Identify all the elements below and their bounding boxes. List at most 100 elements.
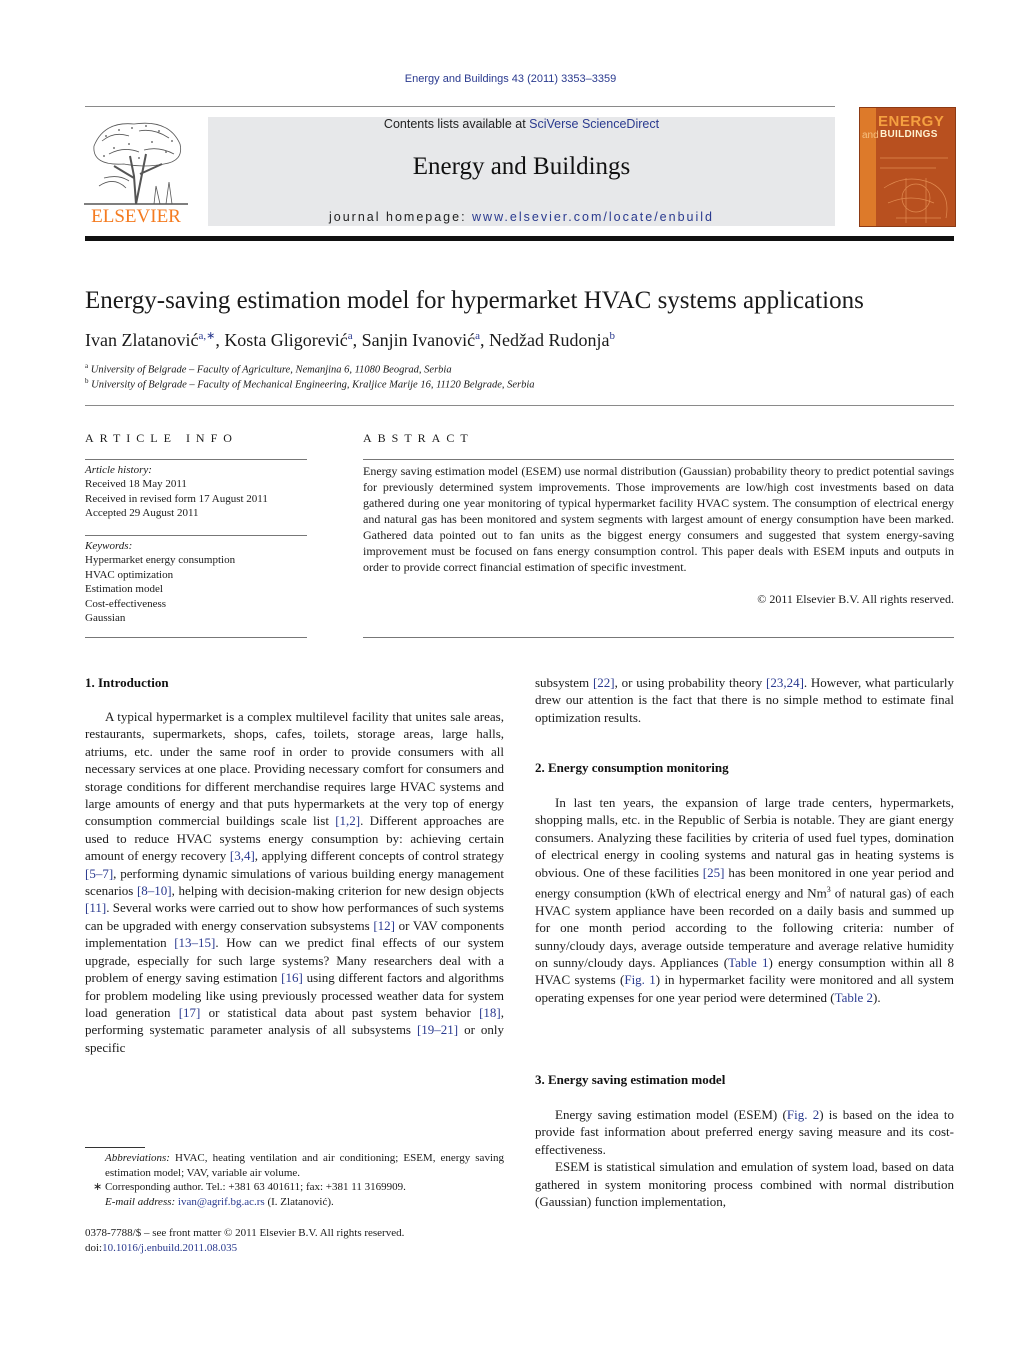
section-heading-energy-consumption-monitoring: 2. Energy consumption monitoring xyxy=(535,760,729,775)
doi-prefix: doi: xyxy=(85,1242,103,1254)
affiliation: a University of Belgrade – Faculty of Ag… xyxy=(85,362,452,376)
citation-link[interactable]: Fig. 1 xyxy=(624,972,655,987)
citation-link[interactable]: [12] xyxy=(373,918,395,933)
divider xyxy=(85,459,307,460)
header-heavy-divider xyxy=(85,236,954,241)
divider xyxy=(363,637,954,638)
email-footnote: E-mail address: ivan@agrif.bg.ac.rs (I. … xyxy=(85,1195,504,1210)
affiliation-mark: a xyxy=(85,362,89,370)
keyword-item: Gaussian xyxy=(85,612,126,625)
doi-link[interactable]: 10.1016/j.enbuild.2011.08.035 xyxy=(102,1242,237,1254)
divider xyxy=(363,459,954,460)
keyword-item: HVAC optimization xyxy=(85,568,174,581)
citation-link[interactable]: [11] xyxy=(85,900,106,915)
article-history: Article history: Received 18 May 2011 Re… xyxy=(85,463,315,521)
abstract-heading: ABSTRACT xyxy=(363,431,474,445)
author-affiliation-mark[interactable]: a,∗ xyxy=(198,330,215,342)
email-suffix: (I. Zlatanović). xyxy=(264,1195,334,1208)
keyword-item: Hypermarket energy consumption xyxy=(85,554,236,567)
cover-title-buildings: BUILDINGS xyxy=(880,129,938,140)
elsevier-wordmark: ELSEVIER xyxy=(91,206,181,227)
paragraph: Energy saving estimation model (ESEM) (F… xyxy=(535,1107,955,1157)
affiliation-text: University of Belgrade – Faculty of Agri… xyxy=(90,364,452,376)
paragraph: A typical hypermarket is a complex multi… xyxy=(85,709,505,1055)
history-item: Received 18 May 2011 xyxy=(85,478,187,491)
email-link[interactable]: ivan@agrif.bg.ac.rs xyxy=(178,1196,265,1208)
cover-strip xyxy=(860,108,876,226)
citation-link[interactable]: [8–10] xyxy=(137,883,172,898)
divider xyxy=(85,637,307,638)
citation-link[interactable]: [16] xyxy=(281,970,303,985)
sciencedirect-link[interactable]: SciVerse ScienceDirect xyxy=(529,117,659,131)
keywords-label: Keywords: xyxy=(85,540,133,552)
section-body-energy-consumption-monitoring: In last ten years, the expansion of larg… xyxy=(535,794,954,1006)
author-list: Ivan Zlatanovića,∗, Kosta Gligorevića, S… xyxy=(85,330,616,350)
cover-diagram-icon xyxy=(880,157,948,223)
author-affiliation-mark[interactable]: b xyxy=(610,330,616,342)
article-info-heading: ARTICLE INFO xyxy=(85,431,238,445)
contents-prefix: Contents lists available at xyxy=(383,117,530,131)
affiliation-text: University of Belgrade – Faculty of Mech… xyxy=(91,379,535,391)
keyword-item: Cost-effectiveness xyxy=(85,597,167,610)
superscript: 3 xyxy=(826,885,831,895)
paragraph: In last ten years, the expansion of larg… xyxy=(535,795,955,1005)
history-label: Article history: xyxy=(85,464,152,476)
journal-masthead: Contents lists available at SciVerse Sci… xyxy=(208,117,835,226)
paragraph: subsystem [22], or using probability the… xyxy=(535,675,955,725)
citation-link[interactable]: [1,2] xyxy=(335,813,360,828)
citation-link[interactable]: [23,24] xyxy=(766,675,804,690)
cover-title-and: and xyxy=(862,130,879,141)
author-name[interactable]: Kosta Gligorević xyxy=(224,330,347,350)
citation-link[interactable]: [17] xyxy=(179,1005,201,1020)
keyword-item: Estimation model xyxy=(85,583,163,596)
email-label: E-mail address: xyxy=(105,1195,176,1208)
citation-link[interactable]: [3,4] xyxy=(230,848,255,863)
homepage-line: journal homepage: www.elsevier.com/locat… xyxy=(208,210,835,224)
doi-line: doi:10.1016/j.enbuild.2011.08.035 xyxy=(85,1241,504,1256)
author-name[interactable]: Nedžad Rudonja xyxy=(489,330,609,350)
citation-link[interactable]: [19–21] xyxy=(417,1022,458,1037)
header-divider xyxy=(85,106,835,107)
section-body-energy-saving-estimation-model: Energy saving estimation model (ESEM) (F… xyxy=(535,1106,954,1210)
article-title: Energy-saving estimation model for hyper… xyxy=(85,287,864,314)
affiliation-divider xyxy=(85,405,954,406)
front-matter-text: 0378-7788/$ – see front matter © 2011 El… xyxy=(85,1227,405,1239)
abbreviations-footnote: Abbreviations: HVAC, heating ventilation… xyxy=(85,1151,504,1180)
corresponding-author-footnote: ∗ Corresponding author. Tel.: +381 63 40… xyxy=(93,1181,406,1193)
abbreviations-label: Abbreviations: xyxy=(105,1152,170,1164)
author-name[interactable]: Sanjin Ivanović xyxy=(362,330,475,350)
citation-link[interactable]: Fig. 2 xyxy=(787,1107,819,1122)
citation-link[interactable]: [22] xyxy=(593,675,615,690)
affiliation-mark: b xyxy=(85,377,89,385)
citation-link[interactable]: [25] xyxy=(703,865,725,880)
footnote-divider xyxy=(85,1147,145,1148)
citation-link[interactable]: [18] xyxy=(479,1005,501,1020)
author-affiliation-mark[interactable]: a xyxy=(475,330,480,342)
cover-title-energy: ENERGY xyxy=(878,113,945,130)
contents-line: Contents lists available at SciVerse Sci… xyxy=(208,117,835,131)
introduction-continuation: subsystem [22], or using probability the… xyxy=(535,674,954,726)
journal-cover-thumbnail[interactable]: ENERGY and BUILDINGS xyxy=(859,107,956,227)
front-matter: 0378-7788/$ – see front matter © 2011 El… xyxy=(85,1226,504,1256)
citation-link[interactable]: [13–15] xyxy=(174,935,215,950)
journal-homepage-link[interactable]: www.elsevier.com/locate/enbuild xyxy=(472,210,714,224)
author-name[interactable]: Ivan Zlatanović xyxy=(85,330,198,350)
citation-link[interactable]: Table 2 xyxy=(835,990,873,1005)
abstract-copyright: © 2011 Elsevier B.V. All rights reserved… xyxy=(757,592,954,606)
footnotes: Abbreviations: HVAC, heating ventilation… xyxy=(85,1151,504,1209)
section-body-introduction: A typical hypermarket is a complex multi… xyxy=(85,708,504,1056)
divider xyxy=(85,535,307,536)
paragraph: ESEM is statistical simulation and emula… xyxy=(535,1159,954,1210)
section-heading-introduction: 1. Introduction xyxy=(85,675,169,690)
keywords: Keywords: Hypermarket energy consumption… xyxy=(85,539,315,625)
abstract-text: Energy saving estimation model (ESEM) us… xyxy=(363,464,954,574)
homepage-prefix: journal homepage: xyxy=(329,210,473,224)
affiliation: b University of Belgrade – Faculty of Me… xyxy=(85,377,535,391)
author-affiliation-mark[interactable]: a xyxy=(348,330,353,342)
history-item: Received in revised form 17 August 2011 xyxy=(85,492,268,505)
journal-citation-link[interactable]: Energy and Buildings 43 (2011) 3353–3359 xyxy=(0,73,1021,85)
citation-link[interactable]: [5–7] xyxy=(85,866,113,881)
journal-title: Energy and Buildings xyxy=(412,153,631,180)
citation-link[interactable]: Table 1 xyxy=(728,955,768,970)
section-heading-energy-saving-estimation-model: 3. Energy saving estimation model xyxy=(535,1072,726,1087)
